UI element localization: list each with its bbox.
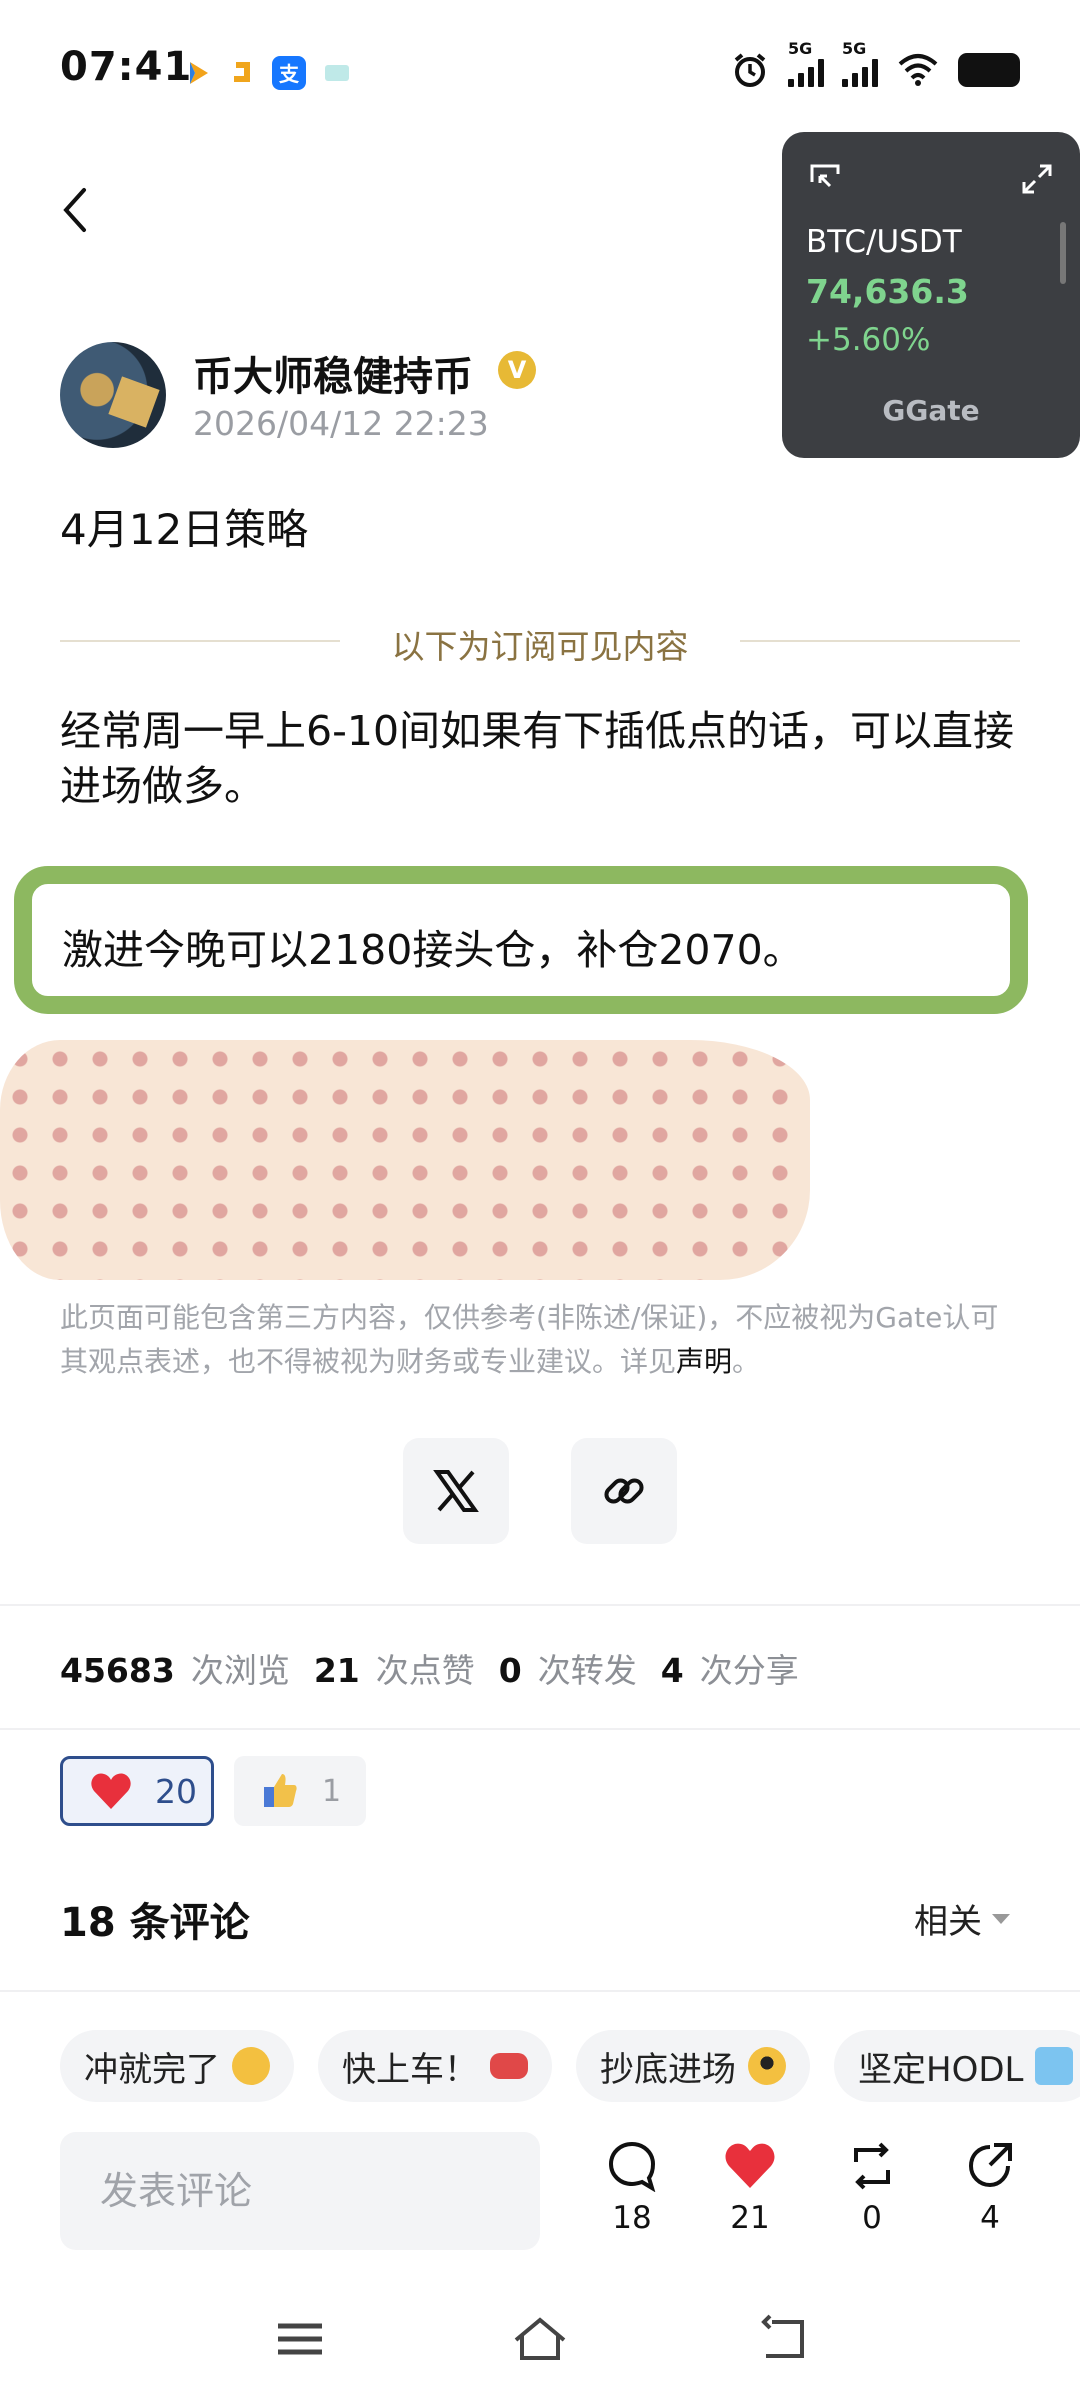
divider xyxy=(0,1990,1080,1992)
wifi-icon xyxy=(898,54,938,86)
ticker-pair: BTC/USDT xyxy=(806,224,962,260)
x-logo-icon xyxy=(433,1470,479,1512)
share-icon xyxy=(968,2143,1012,2188)
heart-icon xyxy=(725,2143,775,2188)
redacted-content-overlay xyxy=(0,1040,810,1280)
post-stats: 45683 次浏览 21 次点赞 0 次转发 4 次分享 xyxy=(60,1644,823,1692)
app-card-icon xyxy=(320,56,354,90)
share-count: 4 xyxy=(980,2200,1000,2236)
disclaimer-text: 此页面可能包含第三方内容，仅供参考(非陈述/保证)，不应被视为Gate认可其观点… xyxy=(60,1301,999,1379)
chip-label: 冲就完了 xyxy=(84,2049,220,2090)
chevron-left-icon xyxy=(63,188,86,232)
status-time: 07:41 xyxy=(60,44,193,90)
shares-label: 次分享 xyxy=(699,1651,799,1690)
views-count: 45683 xyxy=(60,1651,175,1690)
comment-action-button[interactable]: 18 xyxy=(592,2140,672,2236)
signal-icon-2: 5G xyxy=(842,39,878,87)
ticker-price: 74,636.3 xyxy=(806,272,969,311)
app-square-icon xyxy=(226,56,260,90)
picture-in-picture-icon[interactable] xyxy=(808,162,842,196)
quick-reply-chip[interactable]: 坚定HODL xyxy=(834,2030,1080,2102)
disclaimer: 此页面可能包含第三方内容，仅供参考(非陈述/保证)，不应被视为Gate认可其观点… xyxy=(60,1296,1020,1384)
back-nav-icon[interactable] xyxy=(752,2314,812,2364)
views-label: 次浏览 xyxy=(190,1651,290,1690)
app-arrow-icon xyxy=(182,56,216,90)
likes-count: 21 xyxy=(313,1651,360,1690)
post-time: 2026/04/12 22:23 xyxy=(193,404,489,443)
gate-logo: GGate xyxy=(782,394,1080,427)
comment-sort-label: 相关 xyxy=(914,1902,982,1942)
comment-sort-dropdown[interactable]: 相关 xyxy=(914,1894,1010,1943)
floating-price-ticker[interactable]: BTC/USDT 74,636.3 +5.60% GGate xyxy=(782,132,1080,458)
svg-text:支: 支 xyxy=(279,62,300,86)
quick-reply-chip[interactable]: 冲就完了 xyxy=(60,2030,294,2102)
avatar[interactable] xyxy=(60,342,166,448)
ticker-brand: Gate xyxy=(905,394,980,427)
signal-label-2: 5G xyxy=(842,39,867,58)
expand-icon[interactable] xyxy=(1020,162,1054,196)
system-navigation-bar xyxy=(0,2290,1080,2400)
subscriber-divider-text: 以下为订阅可见内容 xyxy=(391,627,689,666)
disclaimer-link[interactable]: 声明 xyxy=(676,1345,732,1378)
status-bar: 07:41 支 5G 5G xyxy=(0,0,1080,140)
comments-title: 18 条评论 xyxy=(60,1900,250,1946)
disclaimer-end: 。 xyxy=(732,1345,761,1379)
heart-reaction-count: 20 xyxy=(155,1771,197,1811)
divider xyxy=(0,1604,1080,1606)
alarm-icon xyxy=(734,53,766,87)
chip-label: 快上车！ xyxy=(342,2049,478,2090)
back-button[interactable] xyxy=(56,180,96,240)
share-action-button[interactable]: 4 xyxy=(950,2140,1030,2236)
repost-icon xyxy=(854,2142,890,2190)
car-emoji-icon xyxy=(490,2053,528,2079)
link-icon xyxy=(604,1478,644,1504)
thumbs-up-icon xyxy=(264,1774,297,1807)
comment-icon xyxy=(608,2141,656,2192)
battery-icon xyxy=(958,53,1020,87)
chip-label: 坚定HODL xyxy=(858,2049,1024,2090)
like-count: 21 xyxy=(730,2200,770,2236)
heart-reaction-button[interactable]: 20 xyxy=(60,1756,214,1826)
subscriber-divider: 以下为订阅可见内容 xyxy=(60,616,1020,666)
divider xyxy=(0,1728,1080,1730)
reposts-count: 0 xyxy=(498,1651,522,1690)
gate-logo-icon: G xyxy=(882,394,906,427)
chevron-down-icon xyxy=(992,1913,1010,1924)
like-action-button[interactable]: 21 xyxy=(710,2140,790,2236)
thumbs-up-reaction-button[interactable]: 1 xyxy=(234,1756,366,1826)
comment-input[interactable] xyxy=(60,2132,540,2250)
gem-emoji-icon xyxy=(1035,2047,1074,2085)
alipay-icon: 支 xyxy=(272,56,306,90)
quick-reply-chip[interactable]: 抄底进场 xyxy=(576,2030,810,2102)
signal-label: 5G xyxy=(788,39,813,58)
ticker-scrollbar xyxy=(1060,222,1066,284)
comment-count: 18 xyxy=(612,2200,652,2236)
ticker-change: +5.60% xyxy=(806,322,931,358)
heart-icon xyxy=(91,1773,131,1809)
verified-badge-icon: V xyxy=(498,351,536,389)
share-x-button[interactable] xyxy=(403,1438,509,1544)
shares-count: 4 xyxy=(660,1651,684,1690)
copy-link-button[interactable] xyxy=(571,1438,677,1544)
post-title: 4月12日策略 xyxy=(60,505,309,554)
thumbs-up-reaction-count: 1 xyxy=(322,1773,342,1809)
chip-label: 抄底进场 xyxy=(600,2049,736,2090)
post-paragraph: 经常周一早上6-10间如果有下插低点的话，可以直接进场做多。 xyxy=(60,707,1015,810)
repost-action-button[interactable]: 0 xyxy=(832,2140,912,2236)
menu-icon[interactable] xyxy=(270,2314,330,2364)
fist-emoji-icon xyxy=(232,2047,270,2085)
home-icon[interactable] xyxy=(510,2314,570,2364)
likes-label: 次点赞 xyxy=(375,1651,475,1690)
quick-reply-chip[interactable]: 快上车！ xyxy=(318,2030,552,2102)
reposts-label: 次转发 xyxy=(537,1651,637,1690)
highlighted-strategy-box: 激进今晚可以2180接头仓，补仓2070。 xyxy=(14,866,1028,1014)
sunglasses-emoji-icon xyxy=(748,2047,786,2085)
author-name[interactable]: 币大师稳健持币 xyxy=(193,344,473,402)
repost-count: 0 xyxy=(862,2200,882,2236)
signal-icon: 5G xyxy=(788,39,824,87)
highlighted-strategy-text: 激进今晚可以2180接头仓，补仓2070。 xyxy=(62,926,804,974)
quick-reply-chips: 冲就完了 快上车！ 抄底进场 坚定HODL xyxy=(60,2030,1080,2102)
